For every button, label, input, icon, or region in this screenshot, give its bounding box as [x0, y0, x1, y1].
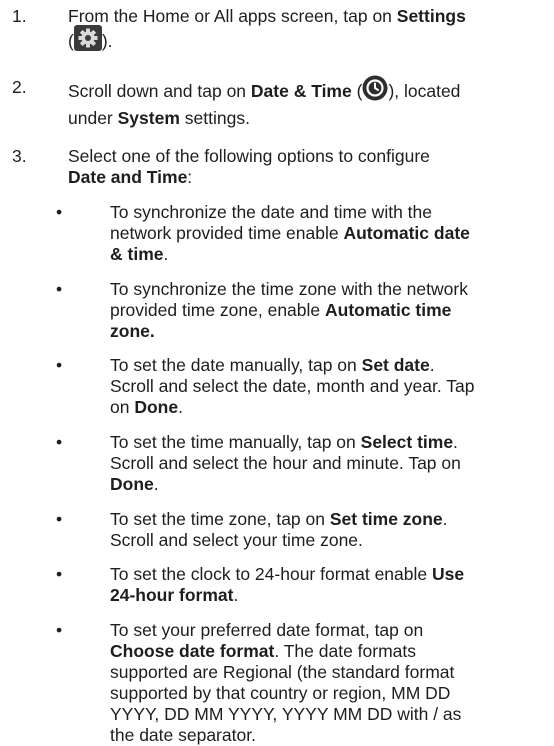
- step-number: 2.: [12, 77, 27, 97]
- bullet-text: To set your preferred date format, tap o…: [110, 620, 462, 745]
- step-text: Select one of the following options to c…: [68, 146, 430, 187]
- instruction-document: 1. From the Home or All apps screen, tap…: [0, 0, 554, 745]
- bullet-text: To set the time zone, tap on Set time zo…: [110, 509, 448, 550]
- step-text: Scroll down and tap on Date & Time ( ), …: [68, 75, 554, 129]
- bullet-point: •: [56, 279, 63, 299]
- automatic-date-label: Automatic date: [343, 223, 470, 243]
- bullet-text: To set the clock to 24-hour format enabl…: [110, 564, 465, 605]
- choose-date-format-label: Choose date format: [110, 641, 275, 661]
- bullet-point: •: [56, 564, 63, 584]
- bullet-point: •: [56, 620, 63, 640]
- select-time-label: Select time: [360, 432, 454, 452]
- step-number: 1.: [12, 6, 27, 26]
- gear-icon: [73, 25, 102, 56]
- date-and-time-label: Date and Time: [68, 167, 188, 187]
- set-date-label: Set date: [361, 355, 430, 375]
- clock-icon: [362, 75, 388, 106]
- done-label: Done: [110, 474, 154, 494]
- use-24-hour-label: Use: [431, 564, 465, 584]
- automatic-time-label: Automatic time: [325, 300, 452, 320]
- settings-label: Settings: [396, 6, 466, 26]
- bullet-text: To synchronize the date and time with th…: [110, 202, 470, 264]
- bullet-point: •: [56, 509, 63, 529]
- step-text: From the Home or All apps screen, tap on…: [68, 6, 554, 58]
- date-time-label: Date & Time: [250, 81, 352, 102]
- step-number: 3.: [12, 146, 27, 166]
- bullet-text: To synchronize the time zone with the ne…: [110, 279, 468, 341]
- system-label: System: [117, 108, 180, 128]
- bullet-text: To set the date manually, tap on Set dat…: [110, 355, 475, 417]
- bullet-point: •: [56, 432, 63, 452]
- bullet-text: To set the time manually, tap on Select …: [110, 432, 461, 494]
- bullet-point: •: [56, 355, 63, 375]
- set-time-zone-label: Set time zone: [329, 509, 443, 529]
- done-label: Done: [134, 397, 179, 417]
- bullet-point: •: [56, 202, 63, 222]
